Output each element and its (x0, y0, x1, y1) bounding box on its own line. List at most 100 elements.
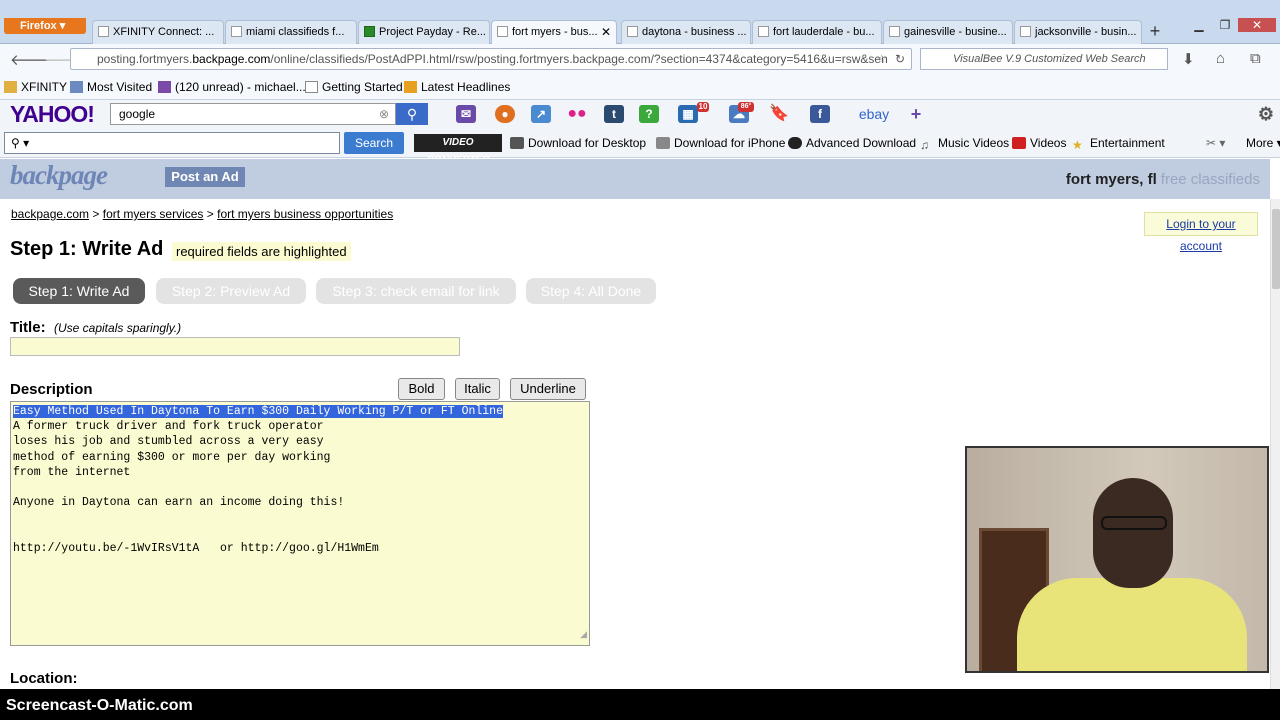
tab-project-payday[interactable]: Project Payday - Re... (358, 20, 490, 44)
answers-icon[interactable]: ? (639, 105, 659, 123)
toolbar-search-button[interactable]: Search (344, 132, 404, 154)
url-bar[interactable]: posting.fortmyers.backpage.com/online/cl… (70, 48, 912, 70)
home-icon[interactable]: ⌂ (1216, 50, 1225, 67)
bookmarks-bar: XFINITY Most Visited (120 unread) - mich… (0, 74, 1280, 100)
tumblr-icon[interactable]: t (604, 105, 624, 123)
tab-daytona[interactable]: daytona - business ... (621, 20, 751, 44)
monitor-icon (510, 137, 524, 149)
breadcrumb: backpage.com > fort myers services > for… (11, 207, 394, 221)
bookmark-xfinity[interactable]: XFINITY (4, 80, 67, 94)
city-label: fort myers, fl free classifieds (1065, 171, 1260, 188)
tools-icon[interactable]: ✂ ▾ (1206, 136, 1225, 150)
search-icon: ⚲ ▾ (11, 136, 30, 150)
tab-fort-myers[interactable]: fort myers - bus... ✕ (491, 20, 617, 45)
page-icon (98, 26, 109, 37)
yahoo-search-button[interactable]: ⚲ (396, 103, 428, 125)
ebay-icon[interactable]: ebay (854, 105, 894, 123)
bookmark-star-icon[interactable]: ☆ (876, 49, 887, 69)
yahoo-search-input[interactable]: google ⊗ (110, 103, 396, 125)
bold-button[interactable]: Bold (398, 378, 445, 400)
news-icon[interactable]: ▦ (678, 105, 698, 123)
breadcrumb-category[interactable]: fort myers business opportunities (217, 207, 393, 221)
star-icon: ★ (1072, 138, 1083, 152)
yahoo-logo[interactable]: YAHOO! (10, 101, 95, 128)
video-converter-logo[interactable]: VIDEO CONVERTER (414, 134, 502, 166)
flickr-icon[interactable]: ●● (567, 105, 587, 123)
breadcrumb-home[interactable]: backpage.com (11, 207, 89, 221)
bookmark-most-visited[interactable]: Most Visited (70, 80, 152, 94)
finance-icon[interactable]: ↗ (531, 105, 551, 123)
page-icon (627, 26, 638, 37)
addons-icon[interactable]: ⧉ (1250, 50, 1261, 67)
tab-fort-lauderdale[interactable]: fort lauderdale - bu... (752, 20, 882, 44)
title-hint: (Use capitals sparingly.) (54, 321, 182, 335)
scrollbar-thumb[interactable] (1272, 209, 1280, 289)
login-link[interactable]: Login to your account (1166, 217, 1235, 253)
mail-icon (158, 81, 171, 93)
tab-jacksonville[interactable]: jacksonville - busin... (1014, 20, 1142, 44)
visualbee-toolbar: ⚲ ▾ Search VIDEO CONVERTER Download for … (0, 128, 1280, 166)
search-icon: ⚲ (406, 106, 418, 122)
page-icon (1020, 26, 1031, 37)
site-header: backpage Post an Ad fort myers, fl free c… (0, 159, 1270, 199)
description-label: Description (10, 381, 93, 398)
close-tab-icon[interactable]: ✕ (601, 21, 611, 43)
gear-icon[interactable]: ⚙ (1256, 105, 1276, 123)
bookmark-icon[interactable]: 🔖 (769, 105, 789, 123)
close-window-icon[interactable]: ✕ (1238, 18, 1276, 32)
phone-icon (656, 137, 670, 149)
description-textarea[interactable]: Easy Method Used In Daytona To Earn $300… (10, 401, 590, 646)
most-visited-icon (70, 81, 83, 93)
more-menu[interactable]: More ▾ (1246, 136, 1280, 150)
bookmark-getting-started[interactable]: Getting Started (305, 80, 403, 94)
project-payday-icon (364, 26, 375, 37)
underline-button[interactable]: Underline (510, 378, 586, 400)
resize-handle-icon[interactable]: ◢ (580, 628, 587, 643)
page-icon (305, 81, 318, 93)
title-input[interactable] (10, 337, 460, 356)
new-tab-button[interactable]: + (1144, 21, 1166, 43)
post-ad-button[interactable]: Post an Ad (165, 167, 245, 187)
window-controls: ▁ ❐ ✕ (1186, 18, 1276, 32)
required-note: required fields are highlighted (172, 242, 351, 261)
reload-icon[interactable]: ↻ (895, 49, 905, 69)
facebook-icon[interactable]: f (810, 105, 830, 123)
tab-gainesville[interactable]: gainesville - busine... (883, 20, 1013, 44)
weather-badge: 86° (738, 102, 754, 112)
mail-icon[interactable]: ✉ (456, 105, 476, 123)
breadcrumb-services[interactable]: fort myers services (103, 207, 204, 221)
italic-button[interactable]: Italic (455, 378, 500, 400)
bookmark-mail[interactable]: (120 unread) - michael... (158, 80, 306, 94)
tab-bar: Firefox ▾ XFINITY Connect: ... miami cla… (0, 0, 1280, 45)
sports-icon[interactable]: ● (495, 105, 515, 123)
bookmark-latest-headlines[interactable]: Latest Headlines (404, 80, 510, 94)
step-all-done: Step 4: All Done (526, 278, 656, 304)
news-badge: 10 (697, 102, 709, 112)
minimize-icon[interactable]: ▁ (1186, 18, 1212, 32)
music-videos-link[interactable]: ♫ Music Videos (920, 136, 1009, 152)
person-glasses (1101, 516, 1167, 530)
page-scrollbar[interactable] (1270, 199, 1280, 689)
web-search-input[interactable]: VisualBee V.9 Customized Web Search (920, 48, 1168, 70)
backpage-logo[interactable]: backpage (10, 160, 108, 191)
download-iphone-link[interactable]: Download for iPhone (656, 136, 785, 150)
screencast-watermark: Screencast-O-Matic.com (6, 697, 193, 714)
toolbar-search-input[interactable]: ⚲ ▾ (4, 132, 340, 154)
tab-miami[interactable]: miami classifieds f... (225, 20, 357, 44)
videos-link[interactable]: Videos (1012, 136, 1066, 150)
download-desktop-link[interactable]: Download for Desktop (510, 136, 646, 150)
download-icon[interactable]: ⬇ (1182, 50, 1195, 68)
maximize-icon[interactable]: ❐ (1212, 18, 1238, 32)
advanced-download-link[interactable]: Advanced Download (788, 136, 916, 150)
clear-icon[interactable]: ⊗ (379, 104, 389, 124)
entertainment-link[interactable]: ★ Entertainment (1072, 136, 1165, 152)
firefox-menu-button[interactable]: Firefox ▾ (4, 18, 86, 34)
step-preview-ad: Step 2: Preview Ad (156, 278, 306, 304)
step-check-email: Step 3: check email for link (316, 278, 516, 304)
title-label: Title: (10, 319, 46, 336)
location-label: Location: (10, 670, 78, 687)
page-icon (497, 26, 508, 37)
yahoo-toolbar: YAHOO! google ⊗ ⚲ ✉ ● ↗ ●● t ? ▦ 10 ☁ 86°… (0, 100, 1280, 128)
add-icon[interactable]: + (906, 105, 926, 123)
tab-xfinity[interactable]: XFINITY Connect: ... (92, 20, 224, 44)
